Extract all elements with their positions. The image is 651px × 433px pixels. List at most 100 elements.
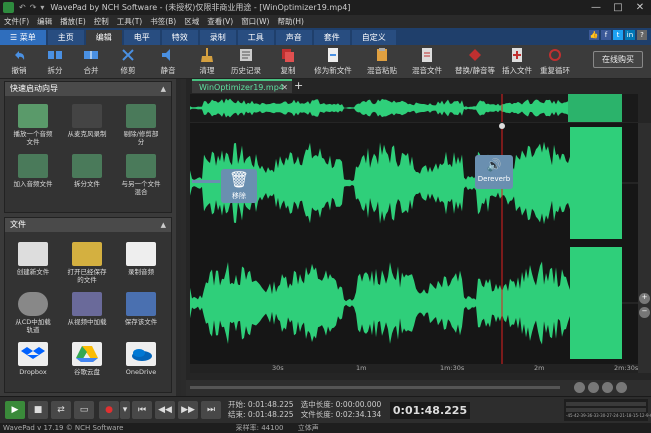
loop-button[interactable]: ⇄ — [51, 401, 71, 419]
dereverb-icon: 🔊 — [486, 158, 502, 172]
left-pane-scrollbar[interactable] — [176, 79, 181, 396]
go-end-button[interactable]: ⏭ — [201, 401, 221, 419]
undo-button[interactable]: 撤销 — [4, 47, 34, 77]
tab-tools[interactable]: 工具 — [237, 30, 274, 45]
repeat-loop-button[interactable]: 重复循环 — [538, 47, 572, 77]
waveform-overview[interactable] — [190, 94, 638, 122]
quick-redo-icon[interactable]: ↷ — [30, 3, 37, 12]
file-tab[interactable]: WinOptimizer19.mp4 ✕ — [192, 79, 292, 93]
tab-effects[interactable]: 特效 — [161, 30, 198, 45]
zoom-out-icon[interactable]: − — [639, 307, 650, 318]
tab-suite[interactable]: 套件 — [313, 30, 350, 45]
menu-view[interactable]: 查看(V) — [207, 16, 233, 27]
menu-file[interactable]: 文件(F) — [4, 16, 29, 27]
delete-hint-button[interactable]: 🗑 移除 — [221, 169, 257, 203]
menu-region[interactable]: 区域 — [184, 16, 199, 27]
quick-split-file[interactable]: 拆分文件 — [67, 154, 107, 188]
quick-undo-icon[interactable]: ↶ — [19, 3, 26, 12]
mute-button[interactable]: 静音 — [152, 47, 184, 77]
quick-start-header[interactable]: 快速启动向导 ▲ — [5, 82, 171, 96]
facebook-icon[interactable]: f — [601, 30, 611, 40]
menu-tools[interactable]: 工具(T) — [117, 16, 142, 27]
dereverb-hint-button[interactable]: 🔊 Dereverb — [475, 155, 513, 189]
copy-to-new-file-button[interactable]: 修为新文件 — [308, 47, 358, 77]
file-item-label: 创建新文件 — [16, 268, 50, 276]
load-video-button[interactable]: 从视频中加载 — [67, 292, 107, 326]
open-file-button[interactable]: 打开已经保存的文件 — [67, 242, 107, 284]
save-icon — [126, 292, 156, 316]
like-icon[interactable]: 👍 — [589, 30, 599, 40]
buy-online-button[interactable]: 在线购买 — [593, 51, 643, 68]
play-selection-button[interactable]: ▭ — [74, 401, 94, 419]
zoom-full-icon[interactable] — [616, 382, 627, 393]
new-file-button[interactable]: 创建新文件 — [13, 242, 53, 276]
onedrive-button[interactable]: OneDrive — [121, 342, 161, 376]
tab-custom[interactable]: 自定义 — [351, 30, 396, 45]
merge-button[interactable]: 合并 — [76, 47, 106, 77]
close-button[interactable]: ✕ — [629, 0, 651, 15]
quick-start-title: 快速启动向导 — [10, 84, 58, 93]
tab-record[interactable]: 录制 — [199, 30, 236, 45]
trim-button[interactable]: 修剪 — [112, 47, 144, 77]
collapse-icon[interactable]: ▲ — [161, 82, 166, 96]
mix-file-button[interactable]: 混音文件 — [406, 47, 448, 77]
menu-play[interactable]: 播放(E) — [60, 16, 86, 27]
record-button[interactable]: ● — [99, 401, 119, 419]
quick-mix-file[interactable]: 与另一个文件混合 — [121, 154, 161, 196]
linkedin-icon[interactable]: in — [625, 30, 635, 40]
replace-silence-button[interactable]: 替换/静音等 — [452, 47, 498, 77]
file-item-label: 谷歌云盘 — [74, 368, 100, 376]
mix-paste-button[interactable]: 混音粘贴 — [362, 47, 402, 77]
maximize-button[interactable]: □ — [607, 0, 629, 15]
quick-item-label: 剔除/修剪部分 — [123, 130, 159, 146]
save-file-button[interactable]: 保存该文件 — [121, 292, 161, 326]
tab-levels[interactable]: 电平 — [123, 30, 160, 45]
horizontal-scrollbar[interactable] — [190, 386, 560, 389]
menu-control[interactable]: 控制 — [94, 16, 109, 27]
menu-window[interactable]: 窗口(W) — [241, 16, 269, 27]
record-audio-button[interactable]: 录制音频 — [121, 242, 161, 276]
help-icon[interactable]: ? — [637, 30, 647, 40]
menu-bookmarks[interactable]: 书签(B) — [150, 16, 176, 27]
vertical-zoom-bar[interactable]: + − — [638, 123, 651, 373]
history-button[interactable]: 历史记录 — [226, 47, 266, 77]
fast-forward-button[interactable]: ▶▶ — [178, 401, 198, 419]
tab-home[interactable]: 主页 — [47, 30, 84, 45]
stop-button[interactable]: ■ — [28, 401, 48, 419]
quick-join-files[interactable]: 加入音频文件 — [13, 154, 53, 188]
minimize-button[interactable]: — — [585, 0, 607, 15]
collapse-icon[interactable]: ▲ — [161, 218, 166, 232]
dropbox-button[interactable]: Dropbox — [13, 342, 53, 376]
quick-play-file[interactable]: 播放一个音频文件 — [13, 104, 53, 146]
twitter-icon[interactable]: t — [613, 30, 623, 40]
tab-menu[interactable]: ☰ 菜单 — [0, 30, 46, 45]
go-start-button[interactable]: ⏮ — [132, 401, 152, 419]
rewind-button[interactable]: ◀◀ — [155, 401, 175, 419]
zoom-selection-icon[interactable] — [602, 382, 613, 393]
menu-edit[interactable]: 编辑 — [37, 16, 52, 27]
add-tab-button[interactable]: + — [294, 79, 303, 92]
quick-record-mic[interactable]: 从麦克风录制 — [67, 104, 107, 138]
zoom-in-icon[interactable]: + — [639, 293, 650, 304]
file-panel-header[interactable]: 文件 ▲ — [5, 218, 171, 232]
title-bar: ↶ ↷ ▾ WavePad by NCH Software - (未授权)仅限非… — [0, 0, 651, 15]
play-button[interactable]: ▶ — [5, 401, 25, 419]
google-drive-button[interactable]: 谷歌云盘 — [67, 342, 107, 376]
quick-trim[interactable]: 剔除/修剪部分 — [121, 104, 161, 146]
main-waveform[interactable] — [190, 123, 638, 364]
insert-file-button[interactable]: 插入文件 — [500, 47, 534, 77]
zoom-out-icon[interactable] — [588, 382, 599, 393]
menu-help[interactable]: 帮助(H) — [277, 16, 304, 27]
copy-button[interactable]: 复制 — [274, 47, 302, 77]
timeline-ruler[interactable]: 30s 1m 1m:30s 2m 2m:30s — [190, 364, 638, 373]
load-cd-button[interactable]: 从CD中加载轨道 — [13, 292, 53, 334]
selection-length-label: 选中长度: — [300, 400, 334, 409]
zoom-in-icon[interactable] — [574, 382, 585, 393]
quick-access-dropdown-icon[interactable]: ▾ — [40, 3, 44, 12]
close-tab-icon[interactable]: ✕ — [281, 81, 288, 95]
tab-voice[interactable]: 声音 — [275, 30, 312, 45]
record-dropdown-icon[interactable]: ▾ — [120, 401, 130, 419]
split-button[interactable]: 拆分 — [40, 47, 70, 77]
tab-edit[interactable]: 编辑 — [85, 30, 122, 45]
clean-button[interactable]: 清理 — [192, 47, 222, 77]
